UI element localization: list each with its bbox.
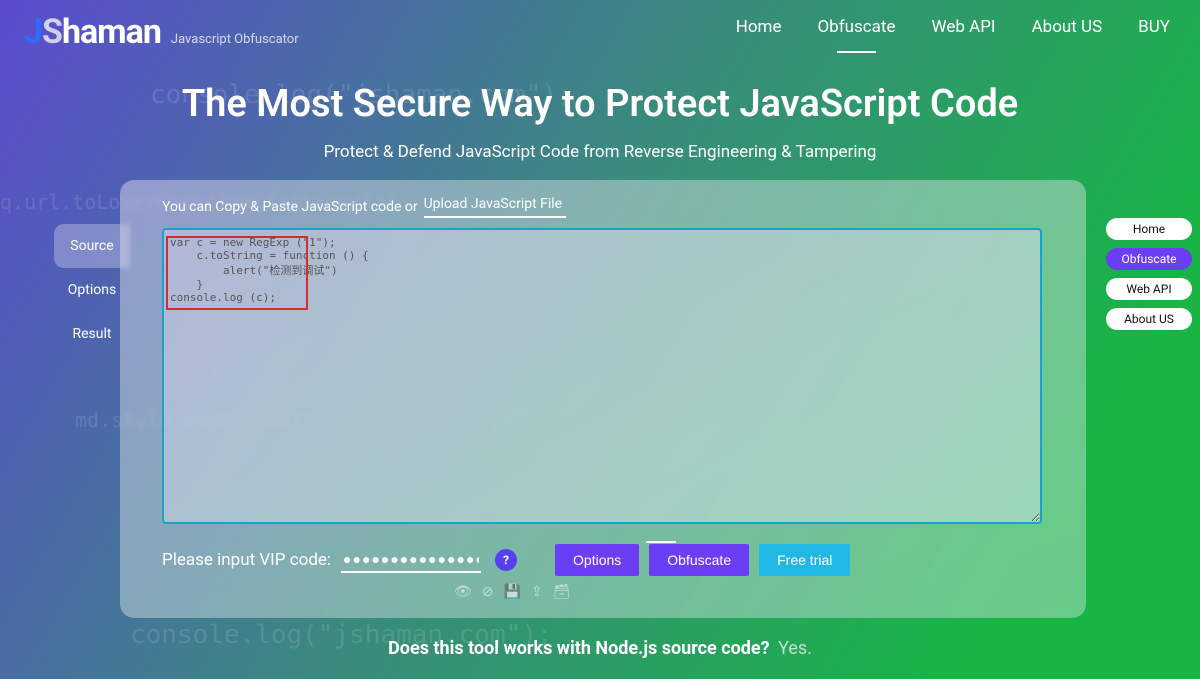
tab-source[interactable]: Source xyxy=(54,224,130,268)
eye-icon[interactable]: 👁 xyxy=(454,584,472,600)
nav-webapi[interactable]: Web API xyxy=(932,17,996,47)
hero-subtitle: Protect & Defend JavaScript Code from Re… xyxy=(0,142,1200,162)
tab-result[interactable]: Result xyxy=(54,312,130,356)
pill-webapi[interactable]: Web API xyxy=(1106,278,1192,300)
logo-rest: haman xyxy=(62,12,161,52)
logo-subtitle: Javascript Obfuscator xyxy=(171,32,299,47)
pill-about[interactable]: About US xyxy=(1106,308,1192,330)
nav-home[interactable]: Home xyxy=(736,17,782,47)
main-panel: You can Copy & Paste JavaScript code or … xyxy=(120,180,1086,618)
instruction-row: You can Copy & Paste JavaScript code or … xyxy=(162,196,1044,218)
faq-line: Does this tool works with Node.js source… xyxy=(0,638,1200,659)
hero-title: The Most Secure Way to Protect JavaScrip… xyxy=(0,82,1200,126)
hero: The Most Secure Way to Protect JavaScrip… xyxy=(0,82,1200,162)
nav-about[interactable]: About US xyxy=(1032,17,1103,47)
options-button[interactable]: Options xyxy=(555,544,639,576)
top-nav: Home Obfuscate Web API About US BUY xyxy=(736,17,1170,47)
save-icon[interactable]: 💾 xyxy=(504,584,521,600)
pill-home[interactable]: Home xyxy=(1106,218,1192,240)
logo-letter-s: S xyxy=(42,12,62,52)
faq-question: Does this tool works with Node.js source… xyxy=(388,638,769,659)
pill-obfuscate[interactable]: Obfuscate xyxy=(1106,248,1192,270)
nav-obfuscate[interactable]: Obfuscate xyxy=(817,17,895,47)
instruction-text: You can Copy & Paste JavaScript code or xyxy=(162,199,418,215)
vip-help-button[interactable]: ? xyxy=(495,549,517,571)
obfuscate-button[interactable]: Obfuscate xyxy=(649,544,749,576)
upload-icon[interactable]: ⇪ xyxy=(531,584,543,600)
left-tabs: Source Options Result xyxy=(54,224,130,356)
right-pill-nav: Home Obfuscate Web API About US xyxy=(1106,218,1192,330)
nav-buy[interactable]: BUY xyxy=(1138,17,1170,47)
logo-letter-j: J xyxy=(24,12,42,52)
vip-input[interactable] xyxy=(341,547,481,573)
briefcase-icon[interactable]: 🗃 xyxy=(553,584,571,600)
tab-options[interactable]: Options xyxy=(54,268,130,312)
upload-file-link[interactable]: Upload JavaScript File xyxy=(424,196,567,218)
bottom-row: Please input VIP code: ? Options Obfusca… xyxy=(162,544,1044,576)
code-textarea[interactable] xyxy=(162,228,1042,524)
faq-answer: Yes. xyxy=(778,638,812,659)
eye-off-icon[interactable]: ⊘ xyxy=(482,584,494,600)
free-trial-button[interactable]: Free trial xyxy=(759,544,850,576)
vip-icon-row: 👁 ⊘ 💾 ⇪ 🗃 xyxy=(454,584,570,600)
header: JShaman Javascript Obfuscator Home Obfus… xyxy=(0,0,1200,52)
vip-label: Please input VIP code: xyxy=(162,550,331,570)
logo[interactable]: JShaman Javascript Obfuscator xyxy=(24,12,299,52)
